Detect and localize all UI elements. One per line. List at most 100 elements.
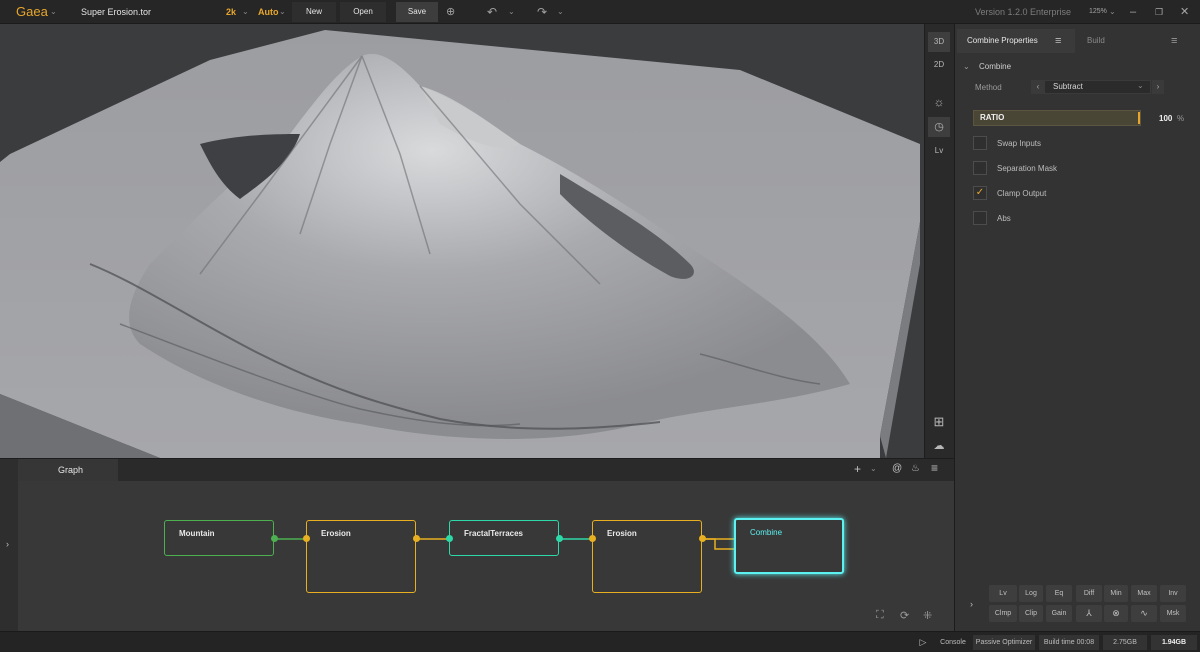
collapse-chevron-icon[interactable]: ⌄ (963, 62, 970, 71)
output-port[interactable] (699, 535, 706, 542)
node-erosion-1[interactable]: Erosion (303, 520, 420, 593)
lv-button[interactable]: Lv (928, 141, 950, 161)
method-next-icon[interactable]: › (1152, 80, 1164, 94)
mini-button-gain[interactable]: Gain (1046, 605, 1072, 622)
status-bar: ▷ Console Passive Optimizer Build time 0… (0, 631, 1200, 652)
input-port[interactable] (589, 535, 596, 542)
save-button[interactable]: Save (396, 2, 438, 22)
input-port[interactable] (303, 535, 310, 542)
graph-canvas[interactable]: Mountain Erosion FractalTerraces Erosion… (18, 481, 954, 632)
ratio-slider[interactable]: RATIO (973, 110, 1141, 126)
mini-button-max[interactable]: Max (1131, 585, 1157, 602)
output-port[interactable] (271, 535, 278, 542)
node-combine[interactable]: Combine (734, 518, 844, 574)
panel-tabs: Combine Properties ≡ Build ≡ (955, 29, 1200, 53)
ratio-unit: % (1177, 114, 1185, 123)
hamburger-icon[interactable]: ≡ (1055, 29, 1061, 53)
fork-icon[interactable]: ⅄ (1076, 605, 1102, 622)
mini-button-msk[interactable]: Msk (1160, 605, 1186, 622)
clamp-output-checkbox[interactable]: ✓ (973, 186, 987, 200)
viewport-toolbar: 3D 2D ☼ ◷ Lv ⊞ ☁ (924, 24, 954, 458)
close-icon[interactable]: ✕ (1180, 0, 1189, 24)
version-label: Version 1.2.0 Enterprise (974, 7, 1071, 17)
add-node-chevron-icon[interactable]: ⌄ (870, 464, 877, 473)
view-2d-button[interactable]: 2D (928, 55, 950, 75)
mode-chevron-icon[interactable]: ⌄ (279, 0, 286, 24)
abs-checkbox[interactable] (973, 211, 987, 225)
layout-icon[interactable]: ⁜ (923, 609, 932, 622)
add-circle-icon[interactable]: ⊕ (446, 0, 455, 24)
mini-button-min[interactable]: Min (1104, 585, 1128, 602)
app-menu-chevron-icon[interactable]: ⌄ (50, 0, 57, 24)
cancel-circle-icon[interactable]: ⊗ (1104, 605, 1128, 622)
tab-combine-properties[interactable]: Combine Properties ≡ (957, 29, 1075, 53)
terrain-viewport[interactable] (0, 24, 924, 458)
node-title: Erosion (607, 529, 637, 538)
passive-optimizer-button[interactable]: Passive Optimizer (973, 635, 1035, 650)
mode-selector[interactable]: Auto (258, 0, 279, 24)
terrain-render (0, 24, 924, 458)
console-button[interactable]: Console (935, 635, 971, 650)
view-3d-button[interactable]: 3D (928, 32, 950, 52)
ratio-slider-handle[interactable] (1138, 112, 1140, 124)
mini-button-diff[interactable]: Diff (1076, 585, 1102, 602)
tab-combine-properties-label: Combine Properties (967, 36, 1038, 45)
mini-button-lv[interactable]: Lv (989, 585, 1017, 602)
minimize-icon[interactable]: – (1130, 0, 1136, 24)
method-dropdown[interactable]: Subtract ⌄ (1031, 80, 1151, 94)
refresh-icon[interactable]: ⟳ (900, 609, 909, 622)
method-value: Subtract (1053, 82, 1083, 91)
gauge-icon[interactable]: ◷ (928, 117, 950, 137)
abs-label: Abs (997, 214, 1011, 223)
method-prev-icon[interactable]: ‹ (1031, 80, 1045, 94)
wave-icon[interactable]: ∿ (1131, 605, 1157, 622)
mini-button-log[interactable]: Log (1019, 585, 1043, 602)
output-port[interactable] (413, 535, 420, 542)
at-icon[interactable]: @ (892, 463, 902, 474)
redo-icon[interactable]: ↷ (537, 0, 547, 24)
panel-menu-icon[interactable]: ≡ (1171, 29, 1177, 53)
memory-available: 1.94GB (1151, 635, 1197, 650)
node-erosion-2[interactable]: Erosion (589, 520, 706, 593)
resolution-selector[interactable]: 2k (226, 0, 236, 24)
graph-menu-icon[interactable]: ≡ (931, 461, 938, 475)
play-forward-icon[interactable]: ▷ (915, 635, 931, 650)
separation-mask-checkbox[interactable] (973, 161, 987, 175)
cloud-icon[interactable]: ☁ (928, 436, 950, 456)
resolution-chevron-icon[interactable]: ⌄ (242, 0, 249, 24)
build-time: Build time 00:08 (1039, 635, 1099, 650)
redo-chevron-icon[interactable]: ⌄ (557, 0, 564, 24)
zoom-level[interactable]: 125% (1089, 0, 1107, 24)
grid-icon[interactable]: ⊞ (928, 412, 950, 432)
zoom-chevron-icon[interactable]: ⌄ (1109, 0, 1116, 24)
swap-inputs-label: Swap Inputs (997, 139, 1042, 148)
mini-button-clip[interactable]: Clip (1019, 605, 1043, 622)
mini-button-inv[interactable]: Inv (1160, 585, 1186, 602)
node-fractalterraces[interactable]: FractalTerraces (446, 520, 563, 556)
sidebar-expand-icon[interactable]: › (6, 539, 9, 549)
new-button[interactable]: New (292, 2, 336, 22)
output-port[interactable] (556, 535, 563, 542)
fit-view-icon[interactable]: ⛶ (876, 609, 884, 622)
restore-icon[interactable]: ❐ (1155, 0, 1163, 24)
ratio-value[interactable]: 100 (1159, 114, 1172, 123)
input-port[interactable] (446, 535, 453, 542)
tab-build[interactable]: Build (1087, 29, 1127, 53)
node-title: Mountain (179, 529, 215, 538)
node-mountain[interactable]: Mountain (164, 520, 278, 556)
mini-button-clmp[interactable]: Clmp (989, 605, 1017, 622)
separation-mask-label: Separation Mask (997, 164, 1058, 173)
tab-graph[interactable]: Graph (18, 459, 118, 481)
undo-chevron-icon[interactable]: ⌄ (508, 0, 515, 24)
expand-chevron-icon[interactable]: › (970, 599, 973, 609)
add-node-icon[interactable]: + (854, 462, 861, 476)
node-title: FractalTerraces (464, 529, 523, 538)
undo-icon[interactable]: ↶ (487, 0, 497, 24)
sun-icon[interactable]: ☼ (928, 92, 950, 112)
open-button[interactable]: Open (340, 2, 386, 22)
mini-button-eq[interactable]: Eq (1046, 585, 1072, 602)
swap-inputs-checkbox[interactable] (973, 136, 987, 150)
flame-icon[interactable]: ♨ (911, 463, 920, 474)
app-logo[interactable]: Gaea (16, 0, 48, 24)
file-name: Super Erosion.tor (81, 7, 152, 17)
